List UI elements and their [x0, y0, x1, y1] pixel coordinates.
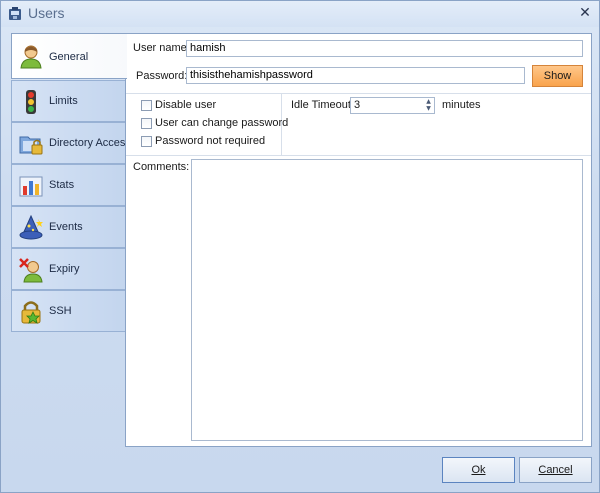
ok-button[interactable]: Ok	[442, 457, 515, 483]
tab-events[interactable]: Events	[11, 206, 126, 248]
spin-up-icon[interactable]: ▲	[424, 98, 433, 105]
idle-timeout-value: 3	[354, 99, 361, 111]
divider	[126, 93, 591, 94]
tab-general[interactable]: General	[11, 33, 127, 79]
password-field[interactable]: thisisthehamishpassword	[186, 67, 525, 84]
tab-expiry[interactable]: Expiry	[11, 248, 126, 290]
tab-label: Limits	[49, 95, 78, 107]
cancel-button[interactable]: Cancel	[519, 457, 592, 483]
username-field[interactable]: hamish	[186, 40, 583, 57]
checkbox-box[interactable]	[141, 136, 152, 147]
folder-lock-icon	[19, 136, 43, 155]
user-expired-icon	[19, 258, 43, 283]
spin-down-icon[interactable]: ▼	[424, 105, 433, 112]
close-icon[interactable]: ✕	[577, 5, 593, 21]
tab-label: General	[49, 51, 89, 63]
idle-timeout-stepper[interactable]: 3 ▲ ▼	[350, 97, 435, 114]
traffic-light-icon	[26, 90, 36, 114]
password-label: Password:	[136, 70, 188, 82]
tab-strip: General Limits Directory Access Stats Ev…	[11, 33, 131, 333]
tab-label: SSH	[49, 305, 72, 317]
tab-stats[interactable]: Stats	[11, 164, 126, 206]
ok-button-label: Ok	[471, 464, 486, 476]
bar-chart-icon	[19, 176, 43, 197]
users-dialog: Users ✕ General Limits Directory Access …	[0, 0, 600, 493]
window-title: Users	[28, 5, 65, 21]
divider	[126, 155, 591, 156]
tab-ssh[interactable]: SSH	[11, 290, 126, 332]
user-icon	[20, 45, 42, 69]
idle-timeout-unit: minutes	[442, 99, 481, 111]
comments-textarea[interactable]	[191, 159, 583, 441]
show-password-button[interactable]: Show	[532, 65, 583, 87]
checkbox-box[interactable]	[141, 100, 152, 111]
checkbox-label: Password not required	[155, 135, 266, 147]
username-label: User name:	[133, 42, 190, 54]
cancel-button-label: Cancel	[538, 464, 573, 476]
checkbox-label: Disable user	[155, 99, 217, 111]
padlock-star-icon	[21, 301, 41, 324]
tab-label: Events	[49, 221, 83, 233]
users-app-icon	[9, 7, 21, 20]
title-bar: Users ✕	[1, 1, 599, 27]
tab-limits[interactable]: Limits	[11, 80, 126, 122]
tab-directory-access[interactable]: Directory Access	[11, 122, 131, 164]
tab-label: Expiry	[49, 263, 80, 275]
tab-label: Stats	[49, 179, 75, 191]
wizard-hat-icon	[19, 215, 43, 240]
general-panel: User name: hamish Password: thisistheham…	[125, 33, 592, 447]
idle-timeout-label: Idle Timeout:	[291, 99, 354, 111]
comments-label: Comments:	[133, 161, 190, 173]
checkbox-box[interactable]	[141, 118, 152, 129]
tab-label: Directory Access	[49, 137, 131, 149]
checkbox-label: User can change password	[155, 117, 289, 129]
